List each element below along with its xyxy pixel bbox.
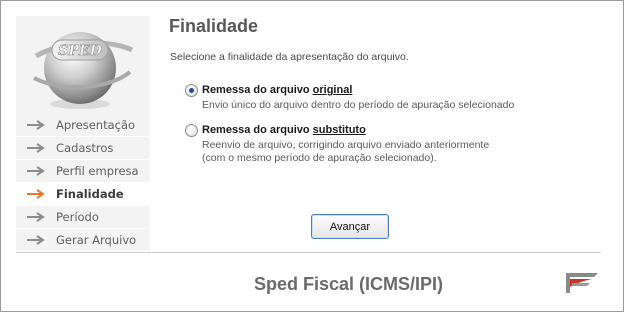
arrow-right-icon — [27, 120, 45, 130]
next-button[interactable]: Avançar — [311, 214, 389, 239]
option-substituto-label[interactable]: Remessa do arquivo substituto — [202, 124, 489, 137]
sidebar-item-label: Gerar Arquivo — [56, 233, 137, 247]
option-original-description: Envio único do arquivo dentro do período… — [202, 99, 515, 111]
sidebar-item-label: Apresentação — [56, 118, 136, 132]
option-substituto[interactable]: Remessa do arquivo substituto Reenvio de… — [185, 124, 489, 165]
sidebar: SPED Apresentação Cadastros Perfil empre… — [16, 16, 150, 253]
logo-text: SPED — [58, 43, 102, 59]
arrow-right-icon — [27, 166, 45, 176]
option-original-label[interactable]: Remessa do arquivo original — [202, 84, 514, 97]
sidebar-nav: Apresentação Cadastros Perfil empresa Fi… — [16, 114, 150, 252]
receita-federal-logo-icon — [566, 273, 598, 293]
footer-title: Sped Fiscal (ICMS/IPI) — [254, 274, 444, 294]
sidebar-item-label: Finalidade — [56, 187, 124, 201]
arrow-right-icon — [27, 189, 45, 199]
sidebar-item-cadastros[interactable]: Cadastros — [16, 137, 150, 160]
sidebar-item-gerar-arquivo[interactable]: Gerar Arquivo — [16, 229, 150, 252]
sidebar-item-finalidade[interactable]: Finalidade — [16, 183, 150, 206]
option-substituto-description-line-1: Reenvio de arquivo, corrigindo arquivo e… — [202, 139, 490, 151]
page-subtitle: Selecione a finalidade da apresentação d… — [170, 51, 409, 63]
wizard-window: SPED Apresentação Cadastros Perfil empre… — [0, 0, 624, 312]
page-title: Finalidade — [169, 16, 259, 36]
option-substituto-description-line-2: (com o mesmo período de apuração selecio… — [202, 152, 437, 164]
sped-globe-logo: SPED — [16, 16, 150, 114]
radio-substituto[interactable] — [185, 124, 198, 137]
sidebar-item-periodo[interactable]: Período — [16, 206, 150, 229]
arrow-right-icon — [27, 143, 45, 153]
sidebar-item-apresentacao[interactable]: Apresentação — [16, 114, 150, 137]
sidebar-item-label: Cadastros — [56, 141, 114, 155]
divider — [16, 252, 601, 253]
option-original[interactable]: Remessa do arquivo original Envio único … — [185, 84, 514, 112]
sidebar-item-perfil-empresa[interactable]: Perfil empresa — [16, 160, 150, 183]
sidebar-item-label: Perfil empresa — [56, 164, 139, 178]
radio-original[interactable] — [185, 84, 198, 97]
arrow-right-icon — [27, 235, 45, 245]
arrow-right-icon — [27, 212, 45, 222]
sidebar-item-label: Período — [56, 210, 99, 224]
